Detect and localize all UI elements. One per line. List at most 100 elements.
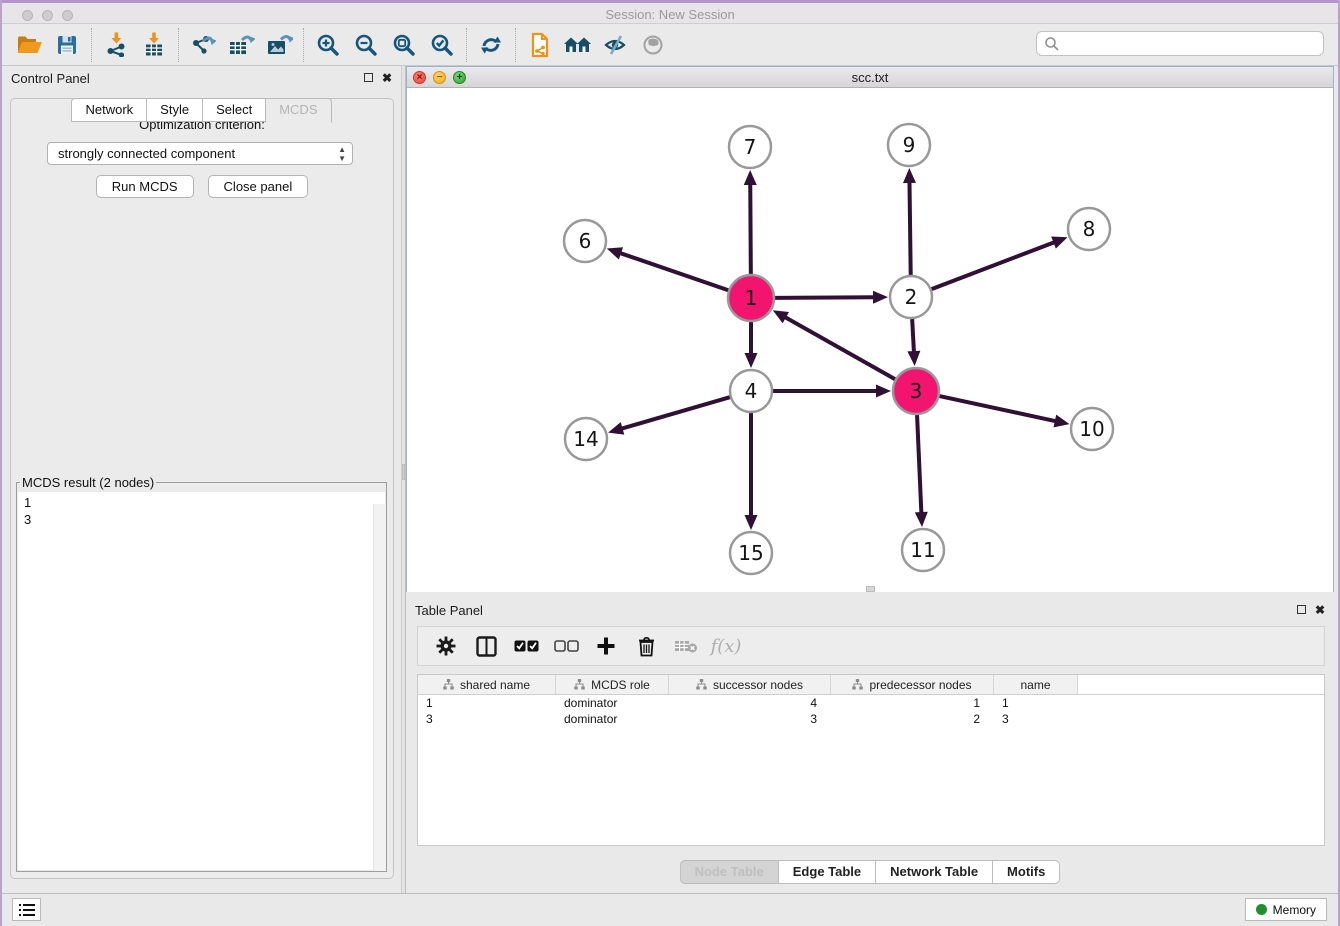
table-cell[interactable]: 3 (994, 711, 1078, 727)
graph-edge-2-9[interactable] (909, 181, 910, 275)
zoom-in-icon (316, 33, 340, 57)
table-cell[interactable]: dominator (556, 711, 669, 727)
column-settings-button[interactable] (428, 630, 464, 662)
hide-selected-button[interactable] (597, 27, 635, 63)
splitter-grip[interactable] (402, 464, 405, 480)
select-all-button[interactable] (508, 630, 544, 662)
tab-style[interactable]: Style (146, 98, 202, 122)
graph-edge-3-10[interactable] (939, 396, 1056, 421)
column-header-predecessor-nodes[interactable]: predecessor nodes (831, 675, 994, 694)
save-session-button[interactable] (48, 27, 86, 63)
import-network-icon (104, 32, 128, 57)
export-network-button[interactable] (184, 27, 222, 63)
tab-edge-table[interactable]: Edge Table (778, 860, 875, 884)
mcds-result-title: MCDS result (2 nodes) (20, 475, 156, 490)
first-neighbors-button[interactable] (559, 27, 597, 63)
graph-edge-3-11[interactable] (917, 415, 921, 514)
open-folder-icon (16, 34, 43, 56)
table-panel-title: Table Panel (415, 603, 483, 618)
open-file-button[interactable] (10, 27, 48, 63)
table-cell[interactable]: 1 (418, 695, 556, 711)
zoom-in-button[interactable] (309, 27, 347, 63)
search-field[interactable] (1036, 31, 1324, 56)
table-row[interactable]: 3dominator323 (418, 711, 1324, 727)
column-header-successor-nodes[interactable]: successor nodes (669, 675, 831, 694)
tab-motifs[interactable]: Motifs (992, 860, 1060, 884)
table-cell[interactable]: 2 (831, 711, 994, 727)
duplicate-network-button[interactable] (521, 27, 559, 63)
fit-content-button[interactable] (385, 27, 423, 63)
trash-icon (637, 636, 656, 657)
zoom-selected-button[interactable] (423, 27, 461, 63)
column-type-icon (443, 679, 454, 690)
mcds-result-item[interactable]: 1 (24, 494, 385, 511)
column-type-icon (696, 679, 707, 690)
task-history-button[interactable] (12, 898, 41, 921)
graph-edge-3-1[interactable] (784, 317, 895, 380)
mcds-result-item[interactable]: 3 (24, 511, 385, 528)
close-panel-icon[interactable]: ✖ (382, 72, 392, 84)
graph-edge-2-8[interactable] (932, 242, 1056, 289)
table-row[interactable]: 1dominator411 (418, 695, 1324, 711)
graph-edge-1-2[interactable] (775, 297, 875, 298)
memory-button[interactable]: Memory (1245, 898, 1327, 921)
search-input[interactable] (1060, 34, 1323, 54)
import-network-button[interactable] (97, 27, 135, 63)
network-graph[interactable]: 7968124314101511 (407, 89, 1333, 592)
export-image-button[interactable] (260, 27, 298, 63)
table-cell[interactable]: 3 (669, 711, 831, 727)
titlebar: Session: New Session (2, 3, 1338, 24)
column-layout-button[interactable] (468, 630, 504, 662)
graph-edge-1-7[interactable] (750, 183, 751, 274)
graph-edge-1-6[interactable] (619, 253, 728, 291)
float-panel-icon[interactable] (364, 72, 373, 84)
column-header-shared-name[interactable]: shared name (418, 675, 556, 694)
graph-edge-4-14[interactable] (621, 397, 730, 429)
graph-edge-2-3[interactable] (912, 319, 914, 353)
column-type-icon (852, 679, 863, 690)
tab-node-table[interactable]: Node Table (680, 860, 778, 884)
delete-table-icon (674, 639, 698, 654)
select-all-icon (514, 640, 539, 652)
run-mcds-button[interactable]: Run MCDS (96, 175, 194, 198)
delete-table-button[interactable] (668, 630, 704, 662)
export-table-button[interactable] (222, 27, 260, 63)
close-panel-icon[interactable]: ✖ (1315, 604, 1325, 616)
table-cell[interactable]: 1 (994, 695, 1078, 711)
tab-mcds[interactable]: MCDS (265, 98, 331, 123)
mcds-pane: Optimization criterion: strongly connect… (10, 98, 394, 879)
table-cell[interactable]: dominator (556, 695, 669, 711)
export-network-icon (190, 33, 216, 57)
node-label: 4 (745, 379, 758, 403)
import-table-button[interactable] (135, 27, 173, 63)
float-panel-icon[interactable] (1297, 604, 1306, 616)
delete-column-button[interactable] (628, 630, 664, 662)
table-tabs: Node Table Edge Table Network Table Moti… (406, 860, 1334, 884)
mcds-result-list[interactable]: 13 (18, 492, 385, 870)
column-header-MCDS-role[interactable]: MCDS role (556, 675, 669, 694)
table-toolbar: f(x) (417, 626, 1325, 666)
add-column-button[interactable] (588, 630, 624, 662)
scrollbar-track[interactable] (373, 504, 386, 871)
export-table-icon (228, 33, 255, 57)
column-header-name[interactable]: name (994, 675, 1078, 694)
network-canvas[interactable]: 7968124314101511 (407, 89, 1333, 592)
show-all-button[interactable] (635, 27, 673, 63)
table-cell[interactable]: 3 (418, 711, 556, 727)
node-table[interactable]: shared nameMCDS rolesuccessor nodesprede… (417, 674, 1325, 846)
refresh-layout-button[interactable] (472, 27, 510, 63)
node-label: 9 (903, 133, 916, 157)
table-cell[interactable]: 1 (831, 695, 994, 711)
tab-select[interactable]: Select (202, 98, 265, 122)
tab-network[interactable]: Network (71, 98, 146, 122)
close-panel-button[interactable]: Close panel (208, 175, 309, 198)
function-builder-button[interactable]: f(x) (708, 630, 744, 662)
toolbar-separator (466, 28, 467, 62)
deselect-all-button[interactable] (548, 630, 584, 662)
refresh-icon (479, 33, 503, 57)
criterion-select[interactable]: strongly connected component ▲▼ (47, 142, 353, 165)
table-cell[interactable]: 4 (669, 695, 831, 711)
zoom-out-button[interactable] (347, 27, 385, 63)
tab-network-table[interactable]: Network Table (875, 860, 992, 884)
toolbar-separator (91, 28, 92, 62)
